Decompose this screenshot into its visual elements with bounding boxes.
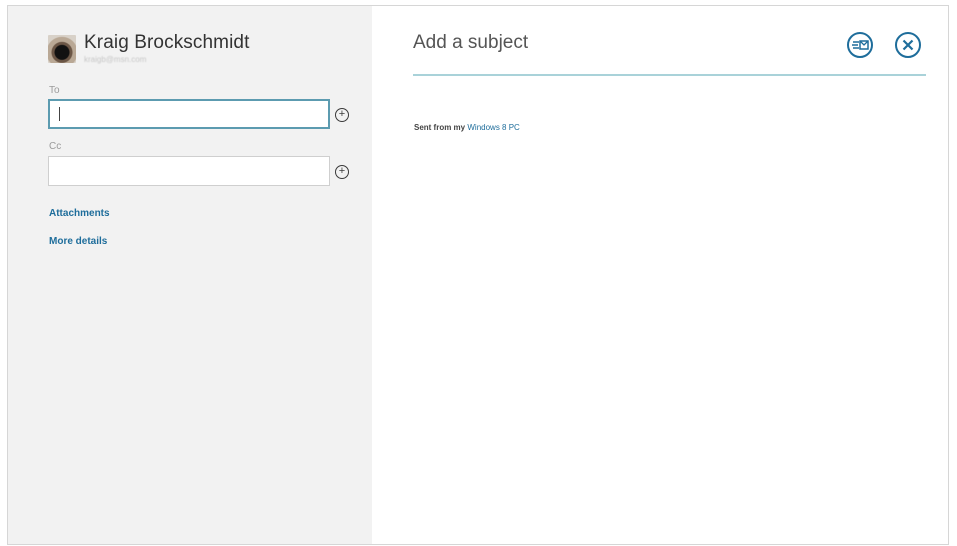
subject-underline [413, 74, 926, 76]
compose-body-pane: Add a subject Sent from my Windows 8 PC [372, 6, 948, 544]
message-signature: Sent from my Windows 8 PC [414, 123, 520, 132]
subject-input[interactable]: Add a subject [413, 32, 528, 54]
attachments-link[interactable]: Attachments [49, 208, 110, 219]
text-caret [59, 107, 60, 121]
close-icon [895, 32, 921, 58]
more-details-link[interactable]: More details [49, 236, 107, 247]
send-button[interactable] [846, 31, 874, 59]
signature-link[interactable]: Windows 8 PC [467, 123, 519, 132]
close-button[interactable] [894, 31, 922, 59]
mail-compose-window: Kraig Brockschmidt kraigb@msn.com To + C… [7, 5, 949, 545]
cc-field[interactable] [48, 156, 330, 186]
cc-label: Cc [49, 141, 62, 152]
account-name: Kraig Brockschmidt [84, 32, 250, 53]
signature-prefix: Sent from my [414, 123, 466, 132]
add-cc-recipient-button[interactable]: + [335, 165, 349, 179]
to-label: To [49, 85, 60, 96]
add-to-recipient-button[interactable]: + [335, 108, 349, 122]
to-field[interactable] [48, 99, 330, 129]
send-icon [847, 32, 873, 58]
plus-circle-icon: + [338, 108, 346, 120]
compose-sidebar: Kraig Brockschmidt kraigb@msn.com To + C… [8, 6, 372, 544]
plus-circle-icon: + [338, 165, 346, 177]
account-email: kraigb@msn.com [84, 55, 147, 64]
avatar [48, 35, 76, 63]
